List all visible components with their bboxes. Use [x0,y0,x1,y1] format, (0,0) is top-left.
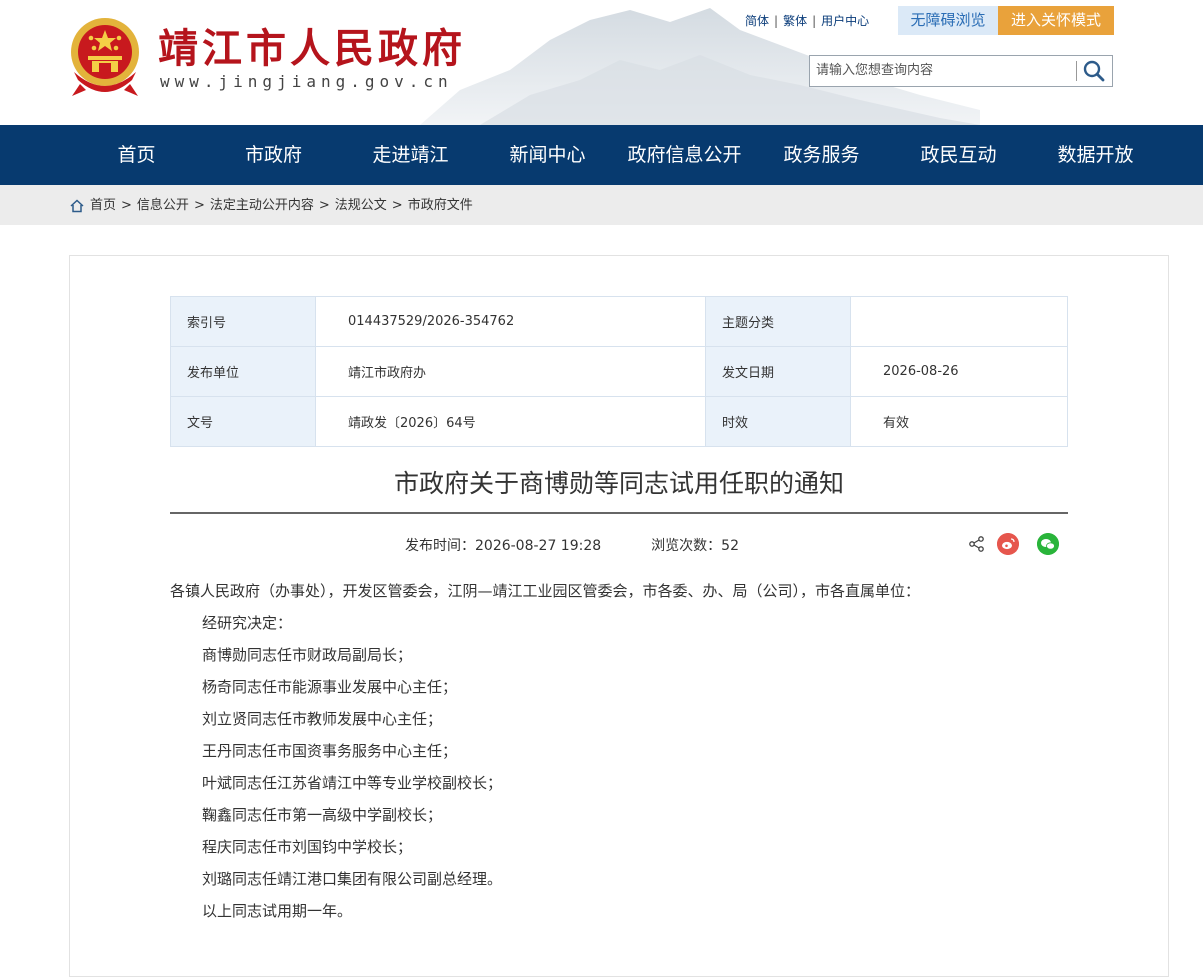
nav-item-about-jingjiang[interactable]: 走进靖江 [342,125,479,185]
issue-date-value: 2026-08-26 [850,346,1068,397]
topic-label: 主题分类 [705,296,851,347]
simplified-chinese-link[interactable]: 简体 [745,14,769,28]
body-paragraph: 王丹同志任市国资事务服务中心主任； [202,742,458,760]
table-row: 索引号 014437529/2026-354762 主题分类 [170,296,1068,347]
body-paragraph: 刘立贤同志任市教师发展中心主任； [202,710,443,728]
publish-info: 发布时间：2026-08-27 19:28 浏览次数：52 [405,535,739,555]
nav-item-open-data[interactable]: 数据开放 [1027,125,1164,185]
home-icon [70,199,84,213]
index-number-label: 索引号 [170,296,316,347]
article-container: 索引号 014437529/2026-354762 主题分类 发布单位 靖江市政… [69,255,1169,977]
body-paragraph: 刘璐同志任靖江港口集团有限公司副总经理。 [202,870,503,888]
breadcrumb-separator: > [391,198,403,213]
body-paragraph: 程庆同志任市刘国钧中学校长； [202,838,413,856]
publish-time: 2026-08-27 19:28 [475,538,602,554]
breadcrumb-separator: > [193,198,205,213]
breadcrumb-city-documents[interactable]: 市政府文件 [408,185,473,227]
top-links: 简体 | 繁体 | 用户中心 [745,14,870,28]
view-count: 52 [721,538,739,554]
body-paragraph: 以上同志试用期一年。 [202,902,353,920]
main-nav: 首页 市政府 走进靖江 新闻中心 政府信息公开 政务服务 政民互动 数据开放 [0,125,1203,185]
view-count-label: 浏览次数： [651,538,722,554]
publish-time-label: 发布时间： [405,538,475,554]
title-divider [170,512,1068,514]
site-title: 靖江市人民政府 [158,25,466,72]
document-title: 市政府关于商博勋等同志试用任职的通知 [393,469,844,498]
search-input[interactable] [810,56,1084,84]
nav-item-home[interactable]: 首页 [68,125,205,185]
document-number-value: 靖政发〔2026〕64号 [315,396,706,447]
weibo-icon[interactable] [997,533,1019,555]
document-number-label: 文号 [170,396,316,447]
table-row: 发布单位 靖江市政府办 发文日期 2026-08-26 [170,346,1068,397]
salutation: 各镇人民政府（办事处），开发区管委会，江阴—靖江工业园区管委会，市各委、办、局（… [170,582,921,600]
body-paragraph: 经研究决定： [202,614,293,632]
breadcrumb-regulations[interactable]: 法规公文 [335,185,387,227]
body-paragraph: 杨奇同志任市能源事业发展中心主任； [202,678,458,696]
traditional-chinese-link[interactable]: 繁体 [783,14,807,28]
search-divider [1076,61,1077,81]
site-header: 靖江市人民政府 www.jingjiang.gov.cn 简体 | 繁体 | 用户中心 … [0,0,1203,125]
breadcrumb-separator: > [121,198,132,213]
issue-date-label: 发文日期 [705,346,851,397]
index-number-value: 014437529/2026-354762 [315,296,706,347]
search-box [809,55,1113,87]
nav-item-info-disclosure[interactable]: 政府信息公开 [616,125,753,185]
validity-value: 有效 [850,396,1068,447]
breadcrumb-info-disclosure[interactable]: 信息公开 [137,185,189,227]
nav-item-government-services[interactable]: 政务服务 [753,125,890,185]
breadcrumb-statutory-content[interactable]: 法定主动公开内容 [210,185,314,227]
wechat-icon[interactable] [1037,533,1059,555]
body-paragraph: 商博勋同志任市财政局副局长； [202,646,413,664]
site-url: www.jingjiang.gov.cn [160,72,453,91]
document-meta-table: 索引号 014437529/2026-354762 主题分类 发布单位 靖江市政… [170,296,1068,447]
body-paragraph: 叶斌同志任江苏省靖江中等专业学校副校长； [202,774,503,792]
nav-item-city-government[interactable]: 市政府 [205,125,342,185]
table-row: 文号 靖政发〔2026〕64号 时效 有效 [170,396,1068,447]
publisher-label: 发布单位 [170,346,316,397]
nav-item-news-center[interactable]: 新闻中心 [479,125,616,185]
breadcrumb-home[interactable]: 首页 [90,185,116,227]
publisher-value: 靖江市政府办 [315,346,706,397]
share-icon[interactable] [967,534,987,554]
body-paragraph: 鞠鑫同志任市第一高级中学副校长； [202,806,443,824]
care-mode-button[interactable]: 进入关怀模式 [998,6,1114,35]
breadcrumb-separator: > [318,198,330,213]
user-center-link[interactable]: 用户中心 [821,14,869,28]
breadcrumb: 首页 > 信息公开 > 法定主动公开内容 > 法规公文 > 市政府文件 [0,185,1203,225]
validity-label: 时效 [705,396,851,447]
topic-value [850,296,1068,347]
document-body: 各镇人民政府（办事处），开发区管委会，江阴—靖江工业园区管委会，市各委、办、局（… [170,578,1068,930]
national-emblem-icon [71,18,139,96]
search-icon[interactable] [1080,58,1108,84]
nav-item-interaction[interactable]: 政民互动 [890,125,1027,185]
accessible-browse-button[interactable]: 无障碍浏览 [898,6,998,35]
